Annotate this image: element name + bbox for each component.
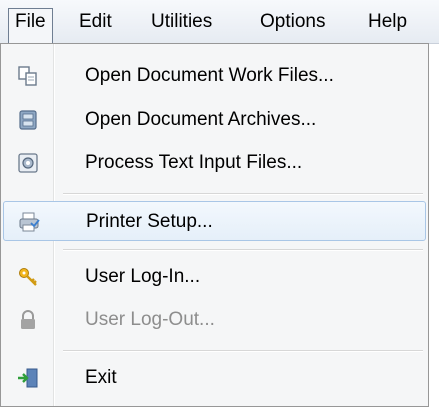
exit-door-icon: [17, 367, 39, 389]
menu-item-label: Process Text Input Files...: [85, 152, 303, 173]
menu-bar: File Edit Utilities Options Help: [0, 0, 439, 44]
menu-item-label: Open Document Archives...: [85, 109, 317, 130]
menu-file[interactable]: File: [8, 8, 53, 44]
file-dropdown-menu: Open Document Work Files... Open Documen…: [0, 43, 429, 407]
menu-separator: [63, 350, 423, 352]
menu-separator: [63, 193, 423, 195]
menu-edit[interactable]: Edit: [73, 8, 118, 36]
menu-help[interactable]: Help: [362, 8, 413, 36]
menu-item-user-logout[interactable]: User Log-Out...: [3, 300, 426, 340]
menu-item-open-work-files[interactable]: Open Document Work Files...: [3, 56, 426, 96]
menu-item-user-login[interactable]: User Log-In...: [3, 257, 426, 297]
menu-item-label: User Log-Out...: [85, 309, 215, 330]
printer-icon: [18, 211, 40, 233]
menu-separator: [63, 249, 423, 251]
menu-item-exit[interactable]: Exit: [3, 358, 426, 398]
menu-item-label: Open Document Work Files...: [85, 65, 334, 86]
archive-cabinet-icon: [17, 109, 39, 131]
menu-item-label: Exit: [85, 367, 117, 388]
keys-icon: [17, 266, 39, 288]
menu-item-open-archives[interactable]: Open Document Archives...: [3, 100, 426, 140]
menu-item-label: Printer Setup...: [86, 211, 213, 232]
menu-item-label: User Log-In...: [85, 266, 201, 287]
menu-utilities[interactable]: Utilities: [145, 8, 218, 36]
copy-documents-icon: [17, 65, 39, 87]
padlock-icon: [17, 309, 39, 331]
menu-item-process-text-input[interactable]: Process Text Input Files...: [3, 143, 426, 183]
process-file-icon: [17, 152, 39, 174]
menu-item-printer-setup[interactable]: Printer Setup...: [3, 201, 426, 241]
menu-options[interactable]: Options: [254, 8, 331, 36]
